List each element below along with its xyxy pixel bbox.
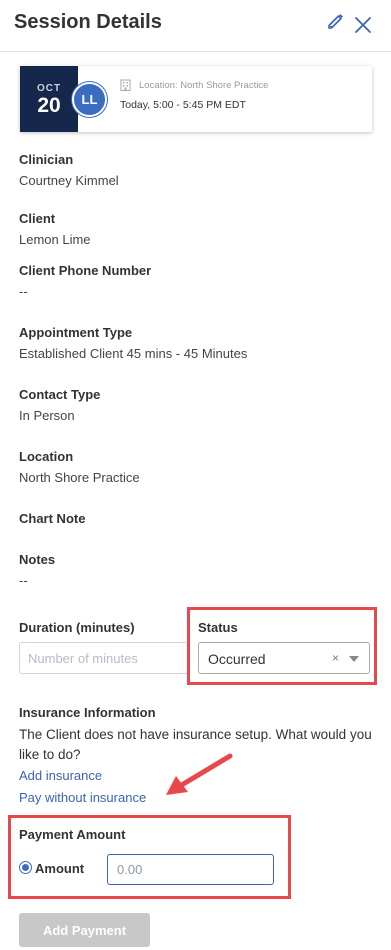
contact-type-value: In Person: [19, 408, 75, 423]
appointment-card: OCT 20 LL Location: North Shore Practice…: [20, 66, 372, 132]
status-clear-icon[interactable]: ×: [332, 651, 339, 665]
amount-input[interactable]: [107, 854, 274, 885]
date-month: OCT: [36, 83, 62, 94]
pay-without-insurance-link[interactable]: Pay without insurance: [19, 790, 146, 805]
duration-label: Duration (minutes): [19, 620, 135, 635]
location-value: North Shore Practice: [19, 470, 140, 485]
pencil-icon[interactable]: [326, 11, 346, 31]
payment-amount-label: Payment Amount: [19, 827, 126, 842]
appointment-type-value: Established Client 45 mins - 45 Minutes: [19, 346, 248, 361]
client-value: Lemon Lime: [19, 232, 91, 247]
page-title: Session Details: [14, 11, 162, 33]
card-time: Today, 5:00 - 5:45 PM EDT: [120, 99, 246, 111]
duration-input[interactable]: [19, 642, 189, 674]
location-label: Location: [19, 449, 74, 464]
date-block: OCT 20: [20, 66, 78, 132]
building-icon: [120, 79, 131, 91]
notes-label: Notes: [19, 552, 56, 567]
chevron-down-icon[interactable]: [349, 656, 359, 662]
amount-radio[interactable]: [19, 861, 32, 874]
clinician-label: Clinician: [19, 152, 74, 167]
status-select[interactable]: Occurred ×: [198, 642, 370, 674]
add-insurance-link[interactable]: Add insurance: [19, 768, 102, 783]
status-selected-value: Occurred: [208, 651, 266, 667]
amount-radio-label[interactable]: Amount: [35, 861, 84, 876]
clinician-value: Courtney Kimmel: [19, 173, 119, 188]
header: Session Details: [0, 0, 391, 52]
client-avatar: LL: [72, 82, 107, 117]
client-phone-label: Client Phone Number: [19, 263, 152, 278]
client-phone-value: --: [19, 284, 28, 299]
insurance-label: Insurance Information: [19, 705, 156, 720]
date-day: 20: [37, 94, 61, 117]
appointment-type-label: Appointment Type: [19, 325, 133, 340]
annotation-arrow: [166, 753, 233, 795]
client-label: Client: [19, 211, 56, 226]
card-location-text: Location: North Shore Practice: [139, 79, 269, 91]
card-location: Location: North Shore Practice: [120, 79, 268, 91]
notes-value: --: [19, 573, 28, 588]
contact-type-label: Contact Type: [19, 387, 101, 402]
chart-note-label: Chart Note: [19, 511, 86, 526]
add-payment-button[interactable]: Add Payment: [19, 913, 150, 947]
close-icon[interactable]: [352, 14, 374, 36]
status-label: Status: [198, 620, 238, 635]
